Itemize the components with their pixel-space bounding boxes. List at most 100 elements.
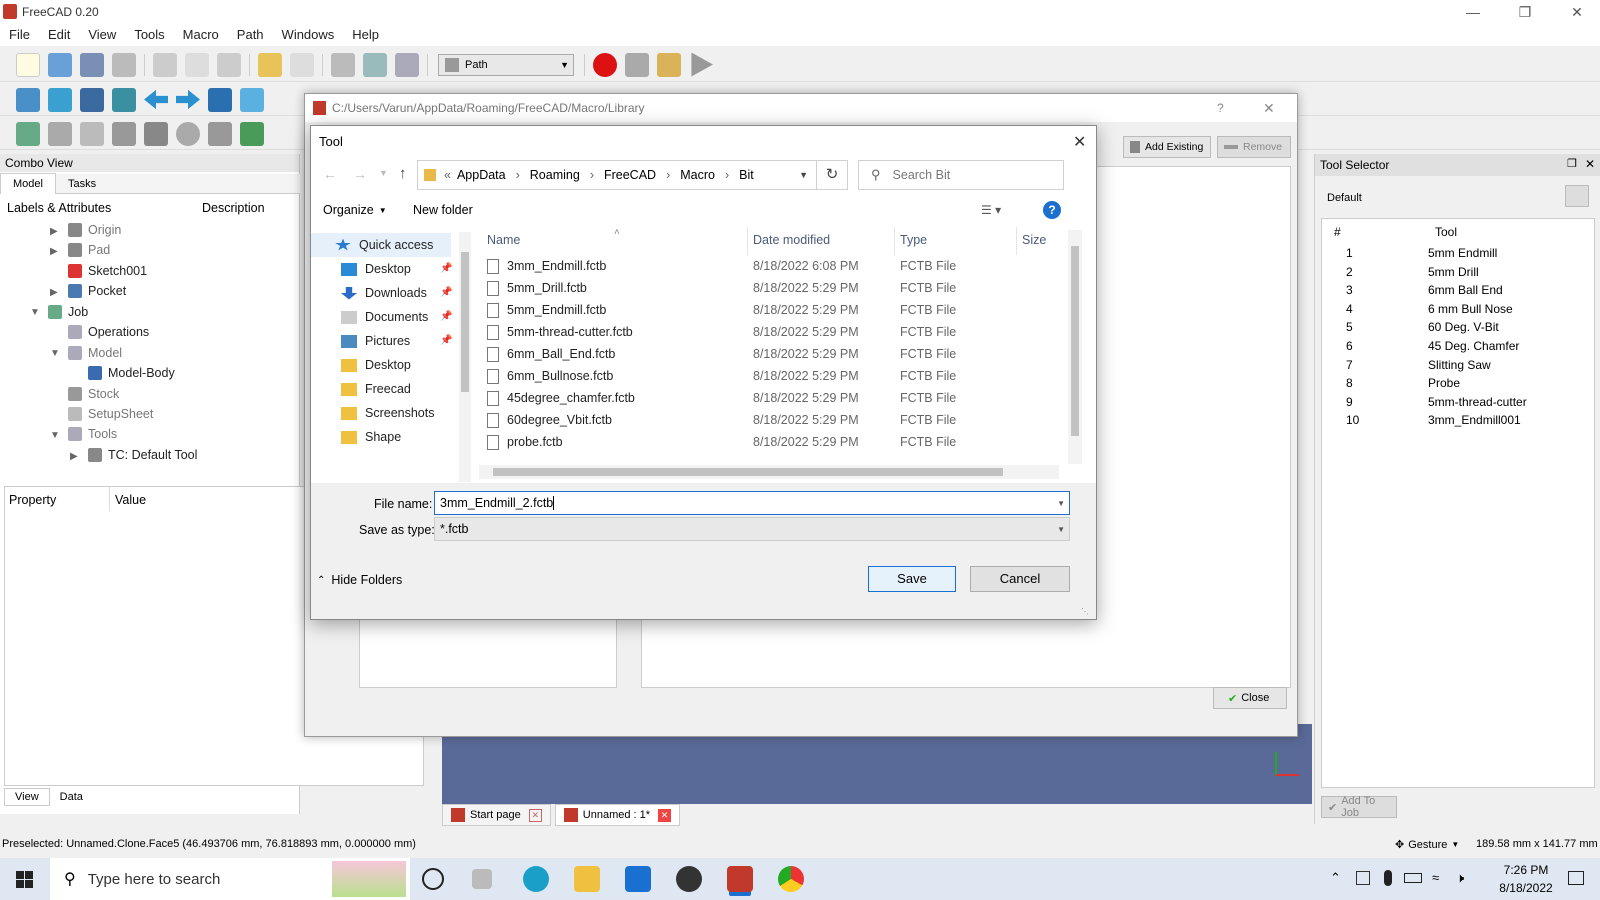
- file-row[interactable]: probe.fctb 8/18/2022 5:29 PM FCTB File: [477, 431, 1067, 453]
- save-button[interactable]: Save: [868, 566, 956, 592]
- tree-item-model-body[interactable]: Model-Body: [88, 363, 175, 383]
- windows-start-icon[interactable]: [16, 871, 33, 888]
- taskbar-search[interactable]: ⚲ Type here to search: [50, 858, 410, 900]
- workbench-selector[interactable]: Path ▼: [438, 53, 574, 76]
- file-list-hscrollbar[interactable]: [479, 465, 1059, 479]
- cancel-button[interactable]: Cancel: [970, 566, 1070, 592]
- nav-freecad[interactable]: Freecad: [341, 377, 451, 401]
- tab-data[interactable]: Data: [50, 789, 93, 805]
- file-name-input[interactable]: 3mm_Endmill_2.fctb: [440, 496, 553, 510]
- chevron-down-icon[interactable]: ▼: [799, 170, 808, 180]
- nav-scrollbar[interactable]: [459, 232, 471, 482]
- date-column-header[interactable]: Date modified: [753, 233, 830, 247]
- task-view-icon[interactable]: [472, 869, 492, 889]
- undo-icon[interactable]: [258, 52, 282, 77]
- fit-all-icon[interactable]: [16, 87, 40, 112]
- refresh-icon[interactable]: ↻: [816, 160, 848, 190]
- collapse-arrow-icon[interactable]: ▼: [30, 307, 40, 318]
- taskbar-search-input[interactable]: Type here to search: [88, 871, 221, 888]
- print-icon[interactable]: [112, 52, 136, 77]
- freecad-taskbar-icon[interactable]: [727, 866, 753, 892]
- tree-item-setupsheet[interactable]: SetupSheet: [68, 404, 153, 424]
- tool-row[interactable]: 4 6 mm Bull Nose: [1322, 301, 1594, 319]
- library-close-button[interactable]: ✔ Close: [1213, 687, 1287, 709]
- property-header[interactable]: Property: [9, 493, 56, 507]
- expand-arrow-icon[interactable]: ▶: [70, 451, 78, 462]
- pin-icon[interactable]: 📌: [440, 263, 452, 274]
- tool-library-icon[interactable]: [144, 121, 168, 146]
- up-arrow-icon[interactable]: ↑: [399, 165, 407, 182]
- breadcrumb-bit[interactable]: Bit: [739, 168, 754, 182]
- menu-help[interactable]: Help: [343, 24, 388, 46]
- toolbit-icon[interactable]: [112, 121, 136, 146]
- file-row[interactable]: 5mm_Drill.fctb 8/18/2022 5:29 PM FCTB File: [477, 277, 1067, 299]
- breadcrumb-roaming[interactable]: Roaming: [530, 168, 580, 182]
- tree-item-tool-controller[interactable]: TC: Default Tool: [88, 445, 197, 465]
- collapse-arrow-icon[interactable]: ▼: [50, 348, 60, 359]
- tab-start-page[interactable]: Start page ✕: [442, 804, 551, 826]
- refresh-check-icon[interactable]: [331, 52, 355, 77]
- post-process-icon[interactable]: [48, 121, 72, 146]
- array-icon[interactable]: [208, 121, 232, 146]
- fit-selection-icon[interactable]: [48, 87, 72, 112]
- save-icon[interactable]: [80, 52, 104, 77]
- close-icon[interactable]: ✕: [1554, 0, 1600, 24]
- tool-row[interactable]: 9 5mm-thread-cutter: [1322, 394, 1594, 412]
- tool-row[interactable]: 1 5mm Endmill: [1322, 245, 1594, 263]
- file-row[interactable]: 60degree_Vbit.fctb 8/18/2022 5:29 PM FCTB …: [477, 409, 1067, 431]
- file-row[interactable]: 6mm_Ball_End.fctb 8/18/2022 5:29 PM FCTB F…: [477, 343, 1067, 365]
- tool-row[interactable]: 10 3mm_Endmill001: [1322, 412, 1594, 430]
- tree-item-sketch[interactable]: Sketch001: [68, 261, 147, 281]
- nav-pictures[interactable]: Pictures: [341, 329, 451, 353]
- stop-macro-icon[interactable]: [625, 52, 649, 77]
- microphone-icon[interactable]: [1384, 870, 1392, 886]
- tool-row[interactable]: 7 Slitting Saw: [1322, 357, 1594, 375]
- file-row[interactable]: 6mm_Bullnose.fctb 8/18/2022 5:29 PM FCTB F…: [477, 365, 1067, 387]
- nav-desktop[interactable]: Desktop: [341, 257, 451, 281]
- breadcrumb-appdata[interactable]: AppData: [457, 168, 506, 182]
- bounding-box-icon[interactable]: [112, 87, 136, 112]
- minimize-icon[interactable]: —: [1450, 0, 1496, 24]
- size-column-header[interactable]: Size: [1022, 233, 1046, 247]
- battery-icon[interactable]: [1404, 873, 1422, 883]
- organize-button[interactable]: Organize ▼: [323, 203, 387, 217]
- edge-icon[interactable]: [523, 866, 549, 892]
- description-header[interactable]: Description: [202, 201, 265, 215]
- menu-edit[interactable]: Edit: [39, 24, 79, 46]
- file-name-field[interactable]: 3mm_Endmill_2.fctb ▼: [434, 491, 1070, 515]
- draw-style-icon[interactable]: [80, 87, 104, 112]
- clock-date[interactable]: 8/18/2022: [1488, 881, 1564, 895]
- tool-number-header[interactable]: #: [1334, 225, 1341, 239]
- type-column-header[interactable]: Type: [900, 233, 927, 247]
- nav-screenshots[interactable]: Screenshots: [341, 401, 451, 425]
- float-panel-icon[interactable]: ❐: [1567, 157, 1577, 170]
- back-arrow-icon[interactable]: ←: [323, 166, 337, 182]
- tab-tasks[interactable]: Tasks: [56, 174, 108, 194]
- tree-item-job[interactable]: Job: [48, 302, 88, 322]
- close-icon[interactable]: ✕: [1073, 132, 1086, 152]
- chrome-icon[interactable]: [778, 866, 804, 892]
- tool-name-header[interactable]: Tool: [1435, 225, 1457, 239]
- new-file-icon[interactable]: [16, 52, 40, 77]
- file-list-vscrollbar[interactable]: [1068, 230, 1082, 464]
- redo-icon[interactable]: [290, 52, 314, 77]
- tree-item-tools[interactable]: Tools: [68, 424, 117, 444]
- mail-icon[interactable]: [625, 866, 651, 892]
- nav-quick-access[interactable]: Quick access: [311, 233, 451, 257]
- labels-header[interactable]: Labels & Attributes: [7, 201, 111, 215]
- recompute-icon[interactable]: [363, 52, 387, 77]
- pin-icon[interactable]: 📌: [440, 311, 452, 322]
- file-row[interactable]: 3mm_Endmill.fctb 8/18/2022 6:08 PM FCTB Fi…: [477, 255, 1067, 277]
- forward-arrow-icon[interactable]: [176, 89, 200, 110]
- close-icon[interactable]: ✕: [1263, 100, 1275, 117]
- recent-chevron-icon[interactable]: ▼: [379, 168, 388, 178]
- file-row[interactable]: 5mm_Endmill.fctb 8/18/2022 5:29 PM FCTB Fi…: [477, 299, 1067, 321]
- tree-item-operations[interactable]: Operations: [68, 322, 149, 342]
- tab-unnamed[interactable]: Unnamed : 1* ✕: [554, 804, 681, 826]
- hide-folders-button[interactable]: ⌃ Hide Folders: [317, 573, 402, 587]
- job-icon[interactable]: [16, 121, 40, 146]
- whats-this-icon[interactable]: [395, 52, 419, 77]
- value-header[interactable]: Value: [115, 493, 146, 507]
- edit-macro-icon[interactable]: [657, 52, 681, 77]
- tray-device-icon[interactable]: [1356, 871, 1370, 885]
